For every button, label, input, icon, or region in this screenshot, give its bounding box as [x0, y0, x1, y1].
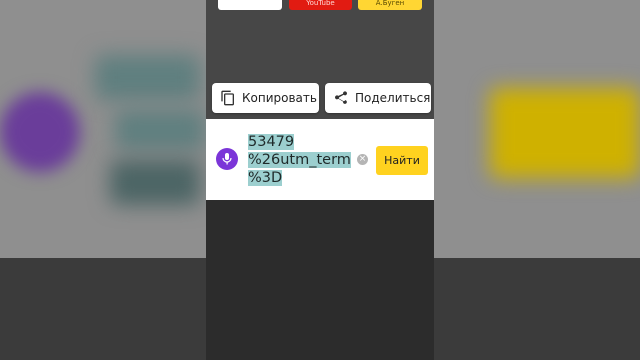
yandex-shortcut[interactable]: А.Буген [358, 0, 422, 10]
share-icon [335, 91, 347, 104]
query-line: 53479 [248, 134, 295, 150]
background-blur-mic [0, 92, 80, 172]
search-panel: 53479 %26utm_term %3D × Найти [206, 119, 434, 200]
phone-bottom-area [206, 200, 434, 360]
query-line: %3D [248, 170, 283, 186]
clear-icon[interactable]: × [357, 154, 368, 165]
background-blur-button [490, 88, 640, 178]
youtube-shortcut[interactable]: YouTube [289, 0, 352, 10]
search-button[interactable]: Найти [376, 146, 428, 175]
background-blur-text [115, 110, 205, 150]
microphone-icon [222, 153, 232, 165]
copy-label: Копировать [242, 91, 317, 105]
phone-screen: YouTube А.Буген Копировать Поделиться 53… [206, 0, 434, 360]
share-label: Поделиться [355, 91, 431, 105]
voice-search-button[interactable] [216, 148, 238, 170]
query-line: %26utm_term [248, 152, 351, 168]
copy-button[interactable]: Копировать [212, 83, 319, 113]
search-input[interactable]: 53479 %26utm_term %3D [248, 133, 351, 187]
top-shortcut-blank[interactable] [218, 0, 282, 10]
background-blur-text [110, 160, 200, 205]
copy-icon [221, 90, 234, 106]
background-blur-text [95, 55, 200, 100]
share-button[interactable]: Поделиться [325, 83, 431, 113]
